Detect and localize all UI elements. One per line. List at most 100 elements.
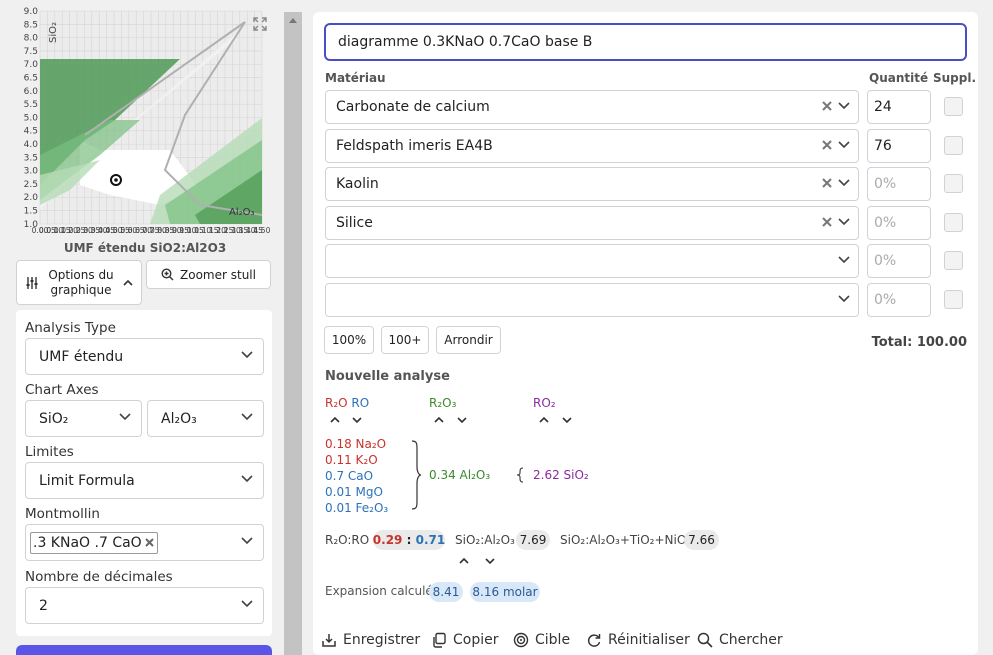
recipe-name-input[interactable] — [324, 23, 967, 61]
r2o-ro-ratio: 0.29 : 0.71 — [373, 530, 445, 550]
flux-oxide: 0.11 K₂O — [325, 453, 378, 467]
total-value: Total: 100.00 — [871, 335, 967, 350]
supplement-checkbox[interactable] — [944, 97, 963, 116]
scroll-up-icon[interactable] — [289, 18, 297, 23]
normalize-100-button[interactable]: 100% — [324, 326, 374, 354]
r2o3-header: R₂O₃ — [429, 396, 457, 410]
montmollin-select[interactable]: .3 KNaO .7 CaO — [25, 524, 264, 561]
analysis-type-select[interactable]: UMF étendu — [25, 338, 264, 375]
sort-down-icon[interactable] — [562, 416, 572, 424]
quantity-input[interactable] — [867, 167, 931, 202]
quantity-input[interactable] — [867, 244, 931, 279]
decimals-select[interactable]: 2 — [25, 587, 264, 624]
sort-up-icon[interactable] — [539, 416, 549, 424]
expand-icon[interactable] — [252, 16, 268, 32]
material-select[interactable]: Silice — [325, 205, 859, 240]
primary-action-button[interactable] — [16, 645, 272, 655]
search-button[interactable]: Chercher — [697, 632, 783, 648]
material-name: Carbonate de calcium — [336, 99, 490, 115]
analysis-type-label: Analysis Type — [25, 320, 116, 336]
flux-oxide: 0.7 CaO — [325, 469, 374, 483]
save-button[interactable]: Enregistrer — [321, 632, 420, 648]
sort-down-icon[interactable] — [352, 416, 362, 424]
sort-up-icon[interactable] — [330, 416, 340, 424]
ratio-ro-value: 0.71 — [415, 533, 446, 547]
ro2-brace-icon — [516, 467, 524, 483]
limits-select[interactable]: Limit Formula — [25, 462, 264, 499]
y-tick-label: 5.5 — [24, 100, 38, 110]
quantity-header: Quantité — [869, 71, 929, 85]
material-header: Matériau — [325, 71, 386, 85]
chevron-down-icon — [241, 351, 253, 359]
quantity-input[interactable] — [867, 283, 931, 317]
sort-down-icon[interactable] — [457, 416, 467, 424]
clear-icon[interactable] — [821, 216, 833, 228]
analysis-title: Nouvelle analyse — [325, 369, 450, 384]
supplement-checkbox[interactable] — [944, 135, 963, 155]
supplement-header: Suppl. — [933, 71, 977, 85]
chart-title: UMF étendu SiO2:Al2O3 — [63, 241, 227, 255]
sort-down-icon[interactable] — [485, 557, 495, 565]
zoom-stull-button[interactable]: Zoomer stull — [146, 260, 271, 289]
supplement-checkbox[interactable] — [944, 174, 963, 194]
expansion-molar-value: 8.16 molar — [470, 582, 540, 602]
flux-group-header: R₂O RO — [325, 396, 369, 410]
clear-icon[interactable] — [821, 100, 833, 112]
material-select[interactable] — [325, 283, 859, 317]
r2o3-value: 0.34 Al₂O₃ — [429, 468, 491, 482]
quantity-input[interactable] — [867, 205, 931, 240]
reset-button[interactable]: Réinitialiser — [586, 632, 690, 648]
panel-scrollbar[interactable] — [284, 12, 302, 655]
reset-label: Réinitialiser — [608, 632, 690, 648]
material-select[interactable]: Feldspath imeris EA4B — [325, 128, 859, 163]
y-tick-label: 9.0 — [24, 7, 39, 17]
chevron-up-icon — [123, 279, 133, 286]
supplement-checkbox[interactable] — [944, 212, 963, 232]
supplement-checkbox[interactable] — [944, 290, 963, 309]
chevron-down-icon — [838, 179, 850, 187]
round-button[interactable]: Arrondir — [436, 326, 501, 354]
chart-axes-label: Chart Axes — [25, 382, 99, 398]
copy-label: Copier — [453, 632, 499, 648]
y-tick-label: 5.0 — [24, 113, 39, 123]
clear-icon[interactable] — [821, 139, 833, 151]
save-label: Enregistrer — [343, 632, 421, 648]
x-axis-label: Al₂O₃ — [229, 207, 255, 218]
limits-label: Limites — [25, 444, 74, 460]
montmollin-tag: .3 KNaO .7 CaO — [30, 531, 158, 554]
analysis-type-value: UMF étendu — [39, 348, 124, 365]
material-name: Kaolin — [336, 176, 379, 193]
supplement-checkbox[interactable] — [944, 251, 963, 271]
y-tick-label: 7.0 — [24, 60, 39, 70]
sort-up-icon[interactable] — [434, 416, 444, 424]
quantity-input[interactable] — [867, 128, 931, 163]
x-axis-value: Al₂O₃ — [161, 410, 197, 427]
y-tick-label: 3.0 — [24, 167, 39, 177]
flux-oxide: 0.18 Na₂O — [325, 437, 387, 451]
x-axis-select[interactable]: Al₂O₃ — [147, 400, 264, 437]
umf-chart[interactable]: 9.0 8.5 8.0 7.5 7.0 6.5 6.0 5.5 5.0 4.5 4.0 3.5 3.0 2… — [0, 0, 280, 240]
quantity-input[interactable] — [867, 90, 931, 124]
target-button[interactable]: Cible — [513, 632, 570, 648]
material-select[interactable] — [325, 244, 859, 279]
normalize-100plus-button[interactable]: 100+ — [381, 326, 429, 354]
chevron-down-icon — [838, 218, 850, 225]
copy-button[interactable]: Copier — [431, 632, 499, 648]
clear-icon[interactable] — [821, 177, 833, 189]
ratio-r2o-value: 0.29 — [372, 533, 403, 547]
sort-up-icon[interactable] — [459, 557, 469, 565]
ro-header: RO — [351, 396, 370, 410]
material-select[interactable]: Kaolin — [325, 167, 859, 202]
remove-tag-icon[interactable] — [144, 537, 155, 548]
y-tick-label: 3.5 — [24, 153, 38, 163]
zoom-in-icon — [161, 268, 174, 281]
chevron-down-icon — [119, 413, 131, 421]
montmollin-tag-label: .3 KNaO .7 CaO — [33, 534, 142, 551]
chart-options-button[interactable]: Options du graphique — [16, 260, 142, 305]
r2o-ro-label: R₂O:RO — [325, 533, 370, 547]
y-axis-value: SiO₂ — [39, 410, 69, 427]
reset-icon — [587, 634, 601, 647]
y-axis-select[interactable]: SiO₂ — [25, 400, 142, 437]
sio2-al2o3-value: 7.69 — [516, 530, 550, 550]
material-select[interactable]: Carbonate de calcium — [325, 90, 859, 124]
